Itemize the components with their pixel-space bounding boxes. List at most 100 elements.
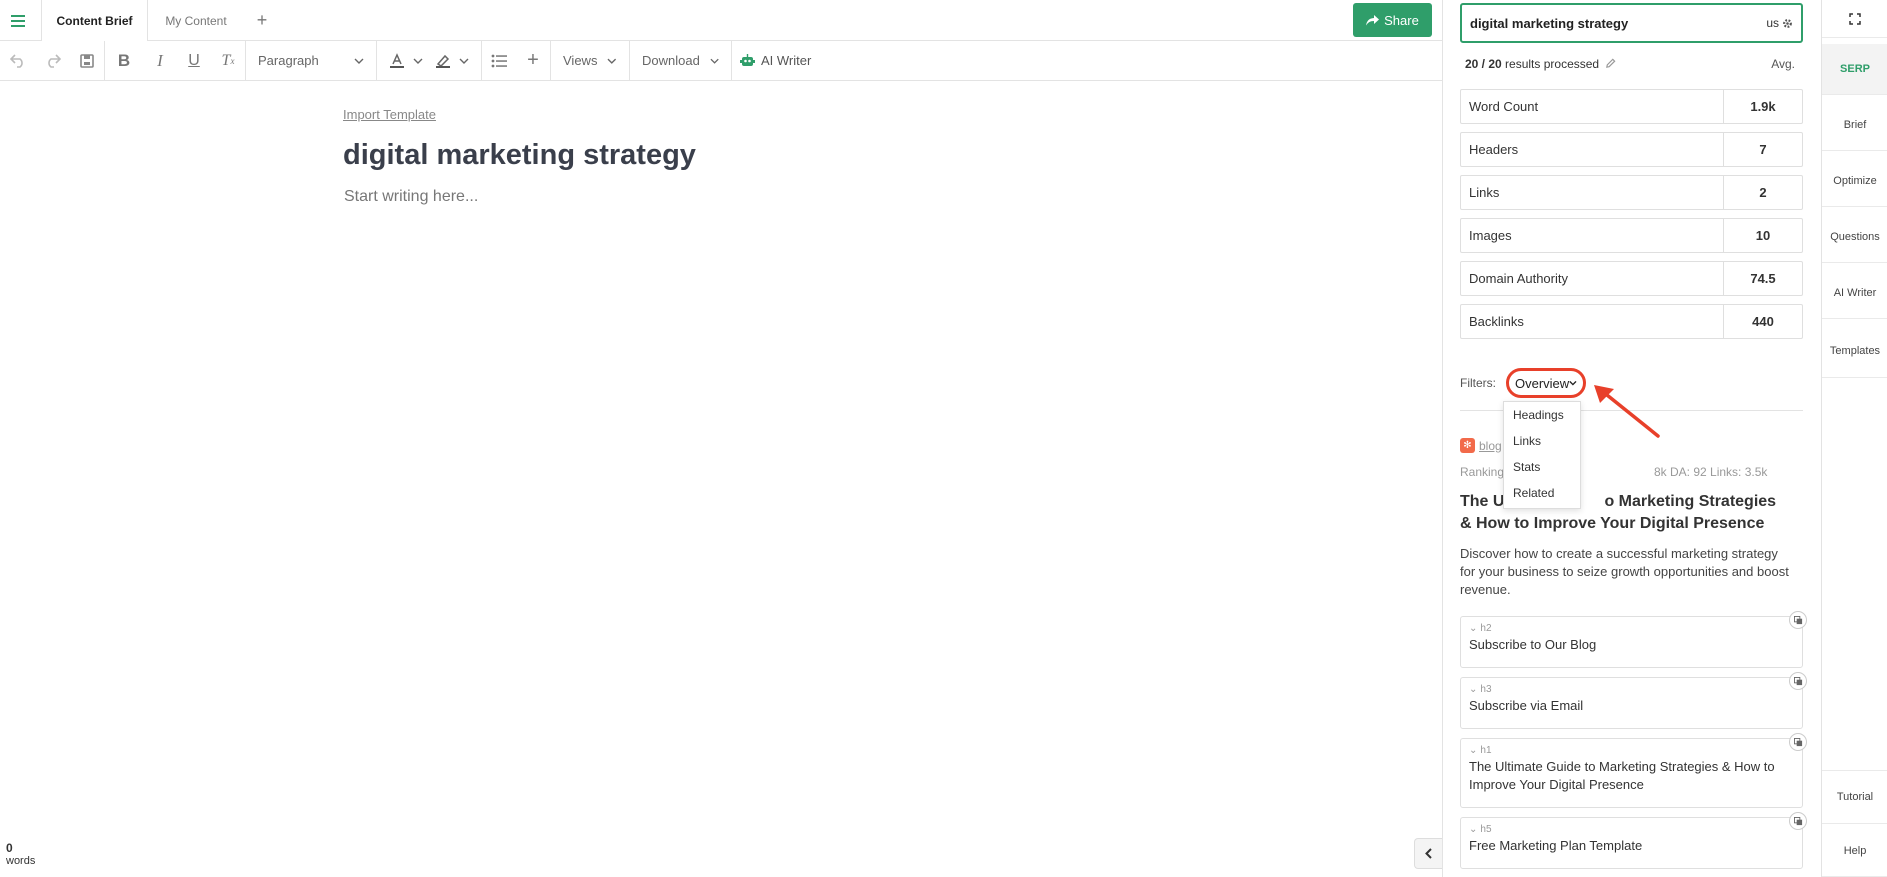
undo-icon[interactable] <box>0 41 36 81</box>
avg-label: Avg. <box>1771 57 1795 71</box>
location-value: us <box>1766 16 1779 30</box>
right-rail: SERP Brief Optimize Questions AI Writer … <box>1821 0 1887 877</box>
heading-card[interactable]: ⌄ h1 The Ultimate Guide to Marketing Stra… <box>1460 738 1803 808</box>
rail-item-templates[interactable]: Templates <box>1822 324 1887 378</box>
copy-icon[interactable] <box>1789 672 1807 690</box>
download-dropdown[interactable]: Download <box>630 41 731 81</box>
processed-label: results processed <box>1505 57 1600 71</box>
filter-dropdown-menu: Headings Links Stats Related <box>1503 401 1581 509</box>
heading-text: Subscribe to Our Blog <box>1469 637 1597 652</box>
save-icon[interactable] <box>70 41 104 81</box>
filter-select[interactable]: Overview <box>1506 368 1586 398</box>
heading-card[interactable]: ⌄ h2 Subscribe to Our Blog <box>1460 616 1803 668</box>
chevron-down-icon[interactable]: ⌄ <box>1469 745 1477 756</box>
gear-icon[interactable] <box>1782 18 1793 29</box>
chevron-down-icon <box>1569 380 1577 386</box>
result-title-start: The U <box>1460 493 1505 510</box>
metric-domain-authority: Domain Authority 74.5 <box>1460 261 1803 296</box>
metric-headers: Headers 7 <box>1460 132 1803 167</box>
views-label: Views <box>563 53 598 68</box>
copy-icon[interactable] <box>1789 812 1807 830</box>
heading-tag: ⌄ h1 <box>1469 745 1492 756</box>
pencil-icon[interactable] <box>1605 58 1616 69</box>
text-color-picker[interactable] <box>377 41 429 81</box>
chevron-down-icon <box>354 58 364 64</box>
metric-label: Images <box>1461 219 1724 252</box>
word-count-value: 0 <box>6 841 13 855</box>
metric-label: Backlinks <box>1461 305 1724 338</box>
editor-placeholder[interactable]: Start writing here... <box>344 188 478 206</box>
copy-icon[interactable] <box>1789 733 1807 751</box>
chevron-left-icon <box>1425 848 1432 859</box>
rail-item-tutorial[interactable]: Tutorial <box>1822 770 1887 824</box>
views-dropdown[interactable]: Views <box>551 41 629 81</box>
heading-tag: ⌄ h3 <box>1469 684 1492 695</box>
result-title-mid: o Marketing Strategies <box>1604 493 1777 510</box>
heading-card[interactable]: ⌄ h3 Subscribe via Email <box>1460 677 1803 729</box>
share-icon <box>1366 14 1380 25</box>
processed-count: 20 / 20 <box>1465 57 1502 71</box>
collapse-panel-button[interactable] <box>1414 838 1442 869</box>
top-tab-bar: Content Brief My Content + Share <box>0 0 1442 41</box>
rail-item-serp[interactable]: SERP <box>1822 44 1887 95</box>
heading-text: Subscribe via Email <box>1469 698 1584 713</box>
bold-icon[interactable]: B <box>105 41 143 81</box>
result-stats: 8k DA: 92 Links: 3.5k <box>1654 465 1768 479</box>
redo-icon[interactable] <box>36 41 70 81</box>
highlight-color-picker[interactable] <box>429 41 481 81</box>
filter-option-related[interactable]: Related <box>1504 480 1580 506</box>
rail-item-optimize[interactable]: Optimize <box>1822 156 1887 207</box>
fullscreen-icon[interactable] <box>1822 0 1887 38</box>
underline-icon[interactable]: U <box>177 41 211 81</box>
tab-my-content[interactable]: My Content <box>148 0 244 41</box>
rail-item-brief[interactable]: Brief <box>1822 100 1887 151</box>
word-counter: 0 words <box>6 841 35 867</box>
chevron-down-icon <box>459 58 469 64</box>
chevron-down-icon[interactable]: ⌄ <box>1469 684 1477 695</box>
heading-card[interactable]: ⌄ h5 Free Marketing Plan Template <box>1460 817 1803 869</box>
filters-label: Filters: <box>1460 376 1496 390</box>
insert-plus-icon[interactable]: + <box>516 41 550 81</box>
keyword-value[interactable]: digital marketing strategy <box>1470 16 1766 31</box>
metric-value: 440 <box>1752 314 1774 329</box>
rail-item-questions[interactable]: Questions <box>1822 212 1887 263</box>
chevron-down-icon[interactable]: ⌄ <box>1469 623 1477 634</box>
add-tab-plus-icon[interactable]: + <box>252 0 272 41</box>
tab-content-brief[interactable]: Content Brief <box>41 0 148 41</box>
block-format-dropdown[interactable]: Paragraph <box>246 41 376 81</box>
rail-item-help[interactable]: Help <box>1822 826 1887 877</box>
metric-links: Links 2 <box>1460 175 1803 210</box>
editor-area[interactable]: Import Template digital marketing strate… <box>0 81 1442 877</box>
results-processed-row: 20 / 20 results processed Avg. <box>1465 57 1805 71</box>
rail-item-ai-writer[interactable]: AI Writer <box>1822 268 1887 319</box>
italic-icon[interactable]: I <box>143 41 177 81</box>
result-description: Discover how to create a successful mark… <box>1460 546 1789 597</box>
filter-option-stats[interactable]: Stats <box>1504 454 1580 480</box>
hamburger-menu-icon[interactable] <box>0 0 36 41</box>
heading-tag: ⌄ h2 <box>1469 623 1492 634</box>
result-source-link[interactable]: blog <box>1479 439 1502 453</box>
chevron-down-icon <box>607 58 617 64</box>
import-template-link[interactable]: Import Template <box>343 107 436 122</box>
filter-option-headings[interactable]: Headings <box>1504 402 1580 428</box>
ai-writer-button[interactable]: AI Writer <box>732 41 819 81</box>
metric-word-count: Word Count 1.9k <box>1460 89 1803 124</box>
metric-value: 10 <box>1755 228 1771 243</box>
keyword-input[interactable]: digital marketing strategy us <box>1460 3 1803 43</box>
copy-icon[interactable] <box>1789 611 1807 629</box>
chevron-down-icon[interactable]: ⌄ <box>1469 824 1477 835</box>
location-selector[interactable]: us <box>1766 16 1793 30</box>
document-title[interactable]: digital marketing strategy <box>343 139 696 172</box>
heading-text: The Ultimate Guide to Marketing Strategi… <box>1469 759 1775 792</box>
metric-value: 2 <box>1759 185 1767 200</box>
chevron-down-icon <box>413 58 423 64</box>
share-button[interactable]: Share <box>1353 3 1432 37</box>
metric-backlinks: Backlinks 440 <box>1460 304 1803 339</box>
clear-format-icon[interactable]: Tx <box>211 41 245 81</box>
annotation-arrow-icon <box>1594 385 1660 438</box>
filter-option-links[interactable]: Links <box>1504 428 1580 454</box>
bullet-list-icon[interactable] <box>482 41 516 81</box>
metric-label: Links <box>1461 176 1724 209</box>
hubspot-favicon-icon: ✻ <box>1460 438 1475 453</box>
heading-text: Free Marketing Plan Template <box>1469 838 1643 853</box>
